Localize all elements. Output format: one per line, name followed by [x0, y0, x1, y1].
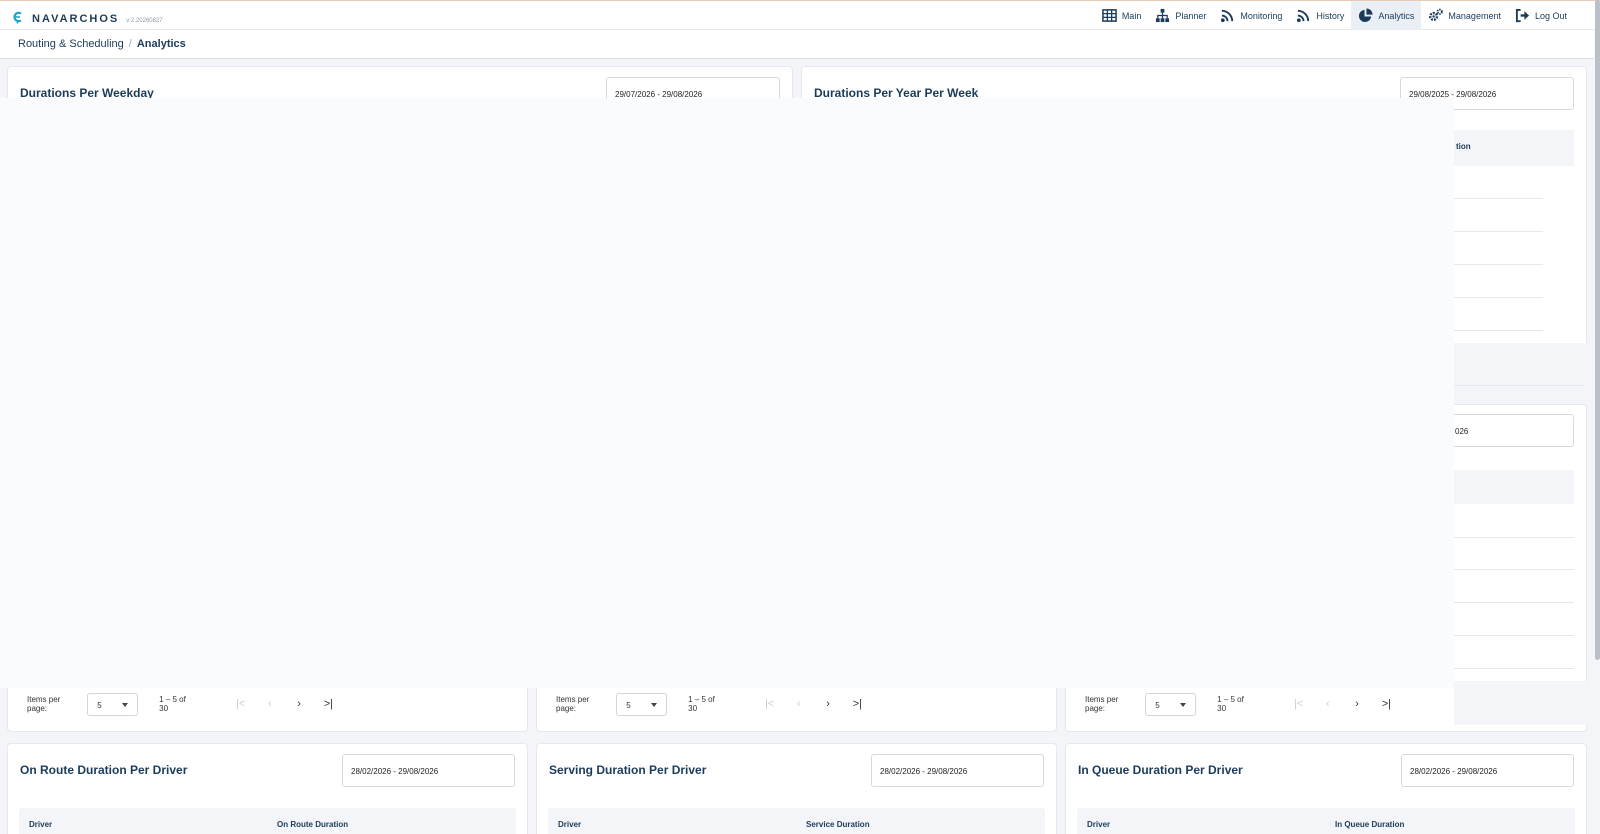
nav-history[interactable]: History	[1289, 1, 1351, 30]
date-range-input[interactable]: 28/02/2026 - 29/08/2026	[1401, 754, 1574, 787]
table-row	[1454, 569, 1574, 570]
page-size-value: 5	[97, 700, 102, 710]
navarchos-logo-icon	[13, 11, 22, 24]
previous-page-button[interactable]: ‹	[784, 698, 813, 710]
paginator: Items per page: 5 1 – 5 of 30 |< ‹ › >|	[548, 689, 872, 719]
page-size-select[interactable]: 5	[1145, 692, 1197, 716]
nav-history-label: History	[1316, 10, 1345, 21]
nav-logout[interactable]: Log Out	[1508, 1, 1574, 30]
first-page-button[interactable]: |<	[1284, 698, 1313, 710]
date-range-input[interactable]: 28/02/2026 - 29/08/2026	[342, 754, 515, 787]
app-name: NAVARCHOS	[32, 13, 120, 25]
previous-page-button[interactable]: ‹	[255, 698, 284, 710]
card-on-route-duration-per-driver: On Route Duration Per Driver 28/02/2026 …	[7, 743, 528, 834]
paginator: Items per page: 5 1 – 5 of 30 |< ‹ › >|	[19, 689, 343, 719]
next-page-button[interactable]: ›	[1343, 698, 1372, 710]
card-serving-duration-per-driver: Serving Duration Per Driver 28/02/2026 -…	[536, 743, 1057, 834]
paginator: Items per page: 5 1 – 5 of 30 |< ‹ › >|	[1077, 689, 1401, 719]
main-nav: Main Planner Monitoring History Analytic…	[1095, 1, 1574, 30]
column-header-driver[interactable]: Driver	[1087, 820, 1110, 829]
app-logo[interactable]: NAVARCHOS v 2.20260827	[12, 9, 163, 25]
signal-waves-icon	[1297, 9, 1310, 23]
nav-planner-label: Planner	[1175, 10, 1207, 21]
date-range-input-peek[interactable]: 026	[1454, 414, 1574, 447]
nav-main[interactable]: Main	[1095, 1, 1149, 30]
table-grid-icon	[1102, 9, 1117, 22]
last-page-button[interactable]: >|	[843, 698, 872, 710]
gears-icon	[1429, 8, 1444, 22]
last-page-button[interactable]: >|	[1372, 698, 1401, 710]
table-row	[1454, 264, 1543, 265]
signal-waves-icon	[1221, 9, 1234, 23]
column-header-duration[interactable]: Service Duration	[806, 820, 870, 829]
first-page-button[interactable]: |<	[226, 698, 255, 710]
table-row	[1454, 537, 1574, 538]
breadcrumb-parent[interactable]: Routing & Scheduling	[18, 38, 124, 50]
page-size-value: 5	[1155, 700, 1160, 710]
nav-monitoring[interactable]: Monitoring	[1213, 1, 1289, 30]
next-page-button[interactable]: ›	[814, 698, 843, 710]
table-header-peek	[1454, 470, 1574, 504]
nav-main-label: Main	[1121, 10, 1142, 21]
previous-page-button[interactable]: ‹	[1313, 698, 1342, 710]
nav-management-label: Management	[1448, 10, 1501, 21]
page-size-value: 5	[626, 700, 631, 710]
dropdown-caret-icon	[651, 702, 658, 707]
card-title: On Route Duration Per Driver	[20, 763, 188, 777]
table-row	[1454, 635, 1574, 636]
page-range-label: 1 – 5 of 30	[159, 695, 186, 713]
table-row	[1454, 297, 1543, 298]
table-header: Driver On Route Duration	[19, 808, 516, 834]
card-title: Serving Duration Per Driver	[549, 763, 707, 777]
paginator-peek	[1454, 681, 1587, 725]
dropdown-caret-icon	[122, 702, 129, 707]
last-page-button[interactable]: >|	[314, 698, 343, 710]
page-size-select[interactable]: 5	[87, 692, 139, 716]
logout-icon	[1515, 8, 1530, 23]
table-header: Driver In Queue Duration	[1077, 808, 1575, 834]
nav-management[interactable]: Management	[1421, 1, 1508, 30]
page-range-label: 1 – 5 of 30	[1217, 695, 1244, 713]
table-row	[1454, 668, 1574, 669]
items-per-page-label: Items per page:	[1085, 695, 1119, 713]
column-header-driver[interactable]: Driver	[558, 820, 581, 829]
sitemap-icon	[1156, 8, 1170, 23]
table-row	[1454, 602, 1574, 603]
card-title: In Queue Duration Per Driver	[1078, 763, 1243, 777]
table-row	[1454, 330, 1543, 331]
table-row	[1454, 231, 1543, 232]
pie-chart-icon	[1359, 8, 1373, 23]
app-version: v 2.20260827	[126, 18, 163, 24]
first-page-button[interactable]: |<	[755, 698, 784, 710]
dropdown-caret-icon	[1180, 702, 1187, 707]
nav-analytics[interactable]: Analytics	[1351, 1, 1422, 30]
year-week-table-header-peek: tion	[1454, 130, 1574, 166]
breadcrumb-current: Analytics	[136, 38, 186, 50]
items-per-page-label: Items per page:	[27, 695, 61, 713]
items-per-page-label: Items per page:	[556, 695, 590, 713]
page-scrollbar[interactable]	[1595, 0, 1600, 660]
nav-analytics-label: Analytics	[1378, 10, 1415, 21]
next-page-button[interactable]: ›	[285, 698, 314, 710]
table-header: Driver Service Duration	[548, 808, 1045, 834]
page-size-select[interactable]: 5	[616, 692, 668, 716]
nav-planner[interactable]: Planner	[1148, 1, 1213, 30]
breadcrumb-separator: /	[128, 38, 132, 50]
column-header-duration[interactable]: In Queue Duration	[1335, 820, 1404, 829]
page-range-label: 1 – 5 of 30	[688, 695, 715, 713]
breadcrumb-bar: Routing & Scheduling / Analytics	[0, 30, 1594, 59]
date-range-input[interactable]: 28/02/2026 - 29/08/2026	[871, 754, 1044, 787]
nav-logout-label: Log Out	[1534, 10, 1567, 21]
loading-blur-overlay	[0, 98, 1454, 688]
top-navbar: NAVARCHOS v 2.20260827 Main Planner Moni…	[0, 0, 1600, 30]
breadcrumb: Routing & Scheduling / Analytics	[18, 38, 186, 50]
card-in-queue-duration-per-driver: In Queue Duration Per Driver 28/02/2026 …	[1065, 743, 1587, 834]
year-week-paginator-peek	[1454, 343, 1587, 385]
column-header-duration[interactable]: On Route Duration	[277, 820, 348, 829]
column-header-driver[interactable]: Driver	[29, 820, 52, 829]
nav-monitoring-label: Monitoring	[1240, 10, 1283, 21]
table-row	[1454, 198, 1543, 199]
